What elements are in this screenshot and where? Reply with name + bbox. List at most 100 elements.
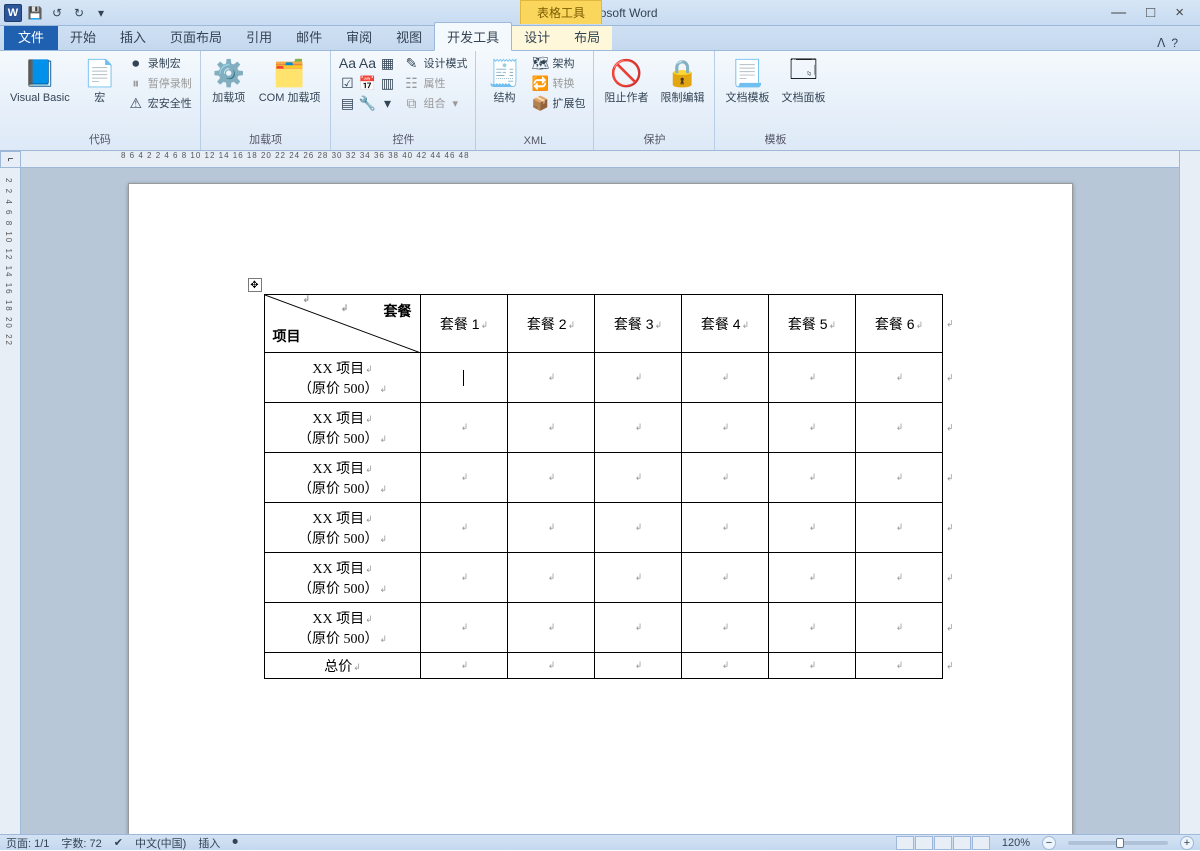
table-cell[interactable]: ↲ [768,653,855,679]
block-authors-button[interactable]: 🚫阻止作者 [600,54,652,106]
minimize-button[interactable]: — [1111,4,1126,21]
tab-selector[interactable]: ⌐ [0,151,21,168]
tab-references[interactable]: 引用 [234,23,284,50]
table-cell[interactable]: ↲ [507,453,594,503]
row-header[interactable]: XX 项目↲（原价 500）↲ [264,353,420,403]
transform-button[interactable]: 🔁转换 [530,74,587,92]
table-cell[interactable]: ↲ [420,653,507,679]
group-controls-button[interactable]: ⧉组合 ▾ [401,94,469,112]
row-header[interactable]: XX 项目↲（原价 500）↲ [264,453,420,503]
horizontal-ruler[interactable]: 8 6 4 2 2 4 6 8 10 12 14 16 18 20 22 24 … [21,151,1179,168]
table-cell[interactable]: ↲ [768,453,855,503]
table-cell[interactable]: ↲ [594,453,681,503]
table-cell[interactable]: ↲ [768,403,855,453]
row-header[interactable]: XX 项目↲（原价 500）↲ [264,553,420,603]
table-cell[interactable]: ↲ [594,353,681,403]
table-cell[interactable]: ↲↲ [855,453,942,503]
row-header[interactable]: XX 项目↲（原价 500）↲ [264,603,420,653]
record-macro-button[interactable]: ⏺录制宏 [126,54,194,72]
table-cell[interactable]: ↲ [681,353,768,403]
table-cell[interactable]: ↲ [507,603,594,653]
insert-mode[interactable]: 插入 [198,835,220,851]
row-header[interactable]: XX 项目↲（原价 500）↲ [264,503,420,553]
table-cell[interactable]: ↲ [768,353,855,403]
table-cell[interactable] [420,353,507,403]
table-cell[interactable]: ↲ [420,503,507,553]
tab-insert[interactable]: 插入 [108,23,158,50]
minimize-ribbon-icon[interactable]: ᐱ [1157,36,1165,50]
col-header-1[interactable]: 套餐 1↲ [420,295,507,353]
table-cell[interactable]: ↲ [507,503,594,553]
zoom-slider[interactable] [1068,841,1168,845]
save-icon[interactable]: 💾 [26,4,44,22]
document-table[interactable]: ✥ 套餐↲ 项目↲ 套餐 1↲ 套餐 2↲ 套餐 3↲ 套餐 4↲ 套餐 5↲ [264,294,943,679]
table-cell[interactable]: ↲ [768,553,855,603]
zoom-in-button[interactable]: + [1180,836,1194,850]
com-addins-button[interactable]: 🗂️COM 加载项 [255,54,325,106]
pause-recording-button[interactable]: ⏸暂停录制 [126,74,194,92]
table-cell[interactable]: ↲ [507,353,594,403]
spellcheck-icon[interactable]: ✔ [114,836,123,849]
maximize-button[interactable]: □ [1146,4,1155,21]
tab-view[interactable]: 视图 [384,23,434,50]
table-move-handle[interactable]: ✥ [248,278,262,292]
col-header-6[interactable]: 套餐 6↲↲ [855,295,942,353]
table-cell[interactable]: ↲ [420,603,507,653]
table-cell[interactable]: ↲ [768,503,855,553]
zoom-thumb[interactable] [1116,838,1124,848]
table-cell[interactable]: ↲↲ [855,553,942,603]
document-page[interactable]: ✥ 套餐↲ 项目↲ 套餐 1↲ 套餐 2↲ 套餐 3↲ 套餐 4↲ 套餐 5↲ [128,183,1073,834]
tab-file[interactable]: 文件 [4,23,58,50]
table-cell[interactable]: ↲ [594,603,681,653]
undo-icon[interactable]: ↺ [48,4,66,22]
table-cell[interactable]: ↲↲ [855,503,942,553]
page-indicator[interactable]: 页面: 1/1 [6,835,49,851]
table-cell[interactable]: ↲↲ [855,403,942,453]
help-icon[interactable]: ? [1171,36,1178,50]
close-button[interactable]: × [1175,4,1184,21]
qat-more-icon[interactable]: ▾ [92,4,110,22]
diagonal-header-cell[interactable]: 套餐↲ 项目↲ [264,295,420,353]
addins-button[interactable]: ⚙️加载项 [207,54,251,106]
content-control-row2[interactable]: ☑📅▥ [337,74,397,92]
language-indicator[interactable]: 中文(中国) [135,835,186,851]
redo-icon[interactable]: ↻ [70,4,88,22]
table-cell[interactable]: ↲ [681,503,768,553]
table-cell[interactable]: ↲↲ [855,603,942,653]
macro-status-icon[interactable]: ⏺ [232,836,238,849]
table-cell[interactable]: ↲ [681,553,768,603]
total-row-header[interactable]: 总价↲ [264,653,420,679]
word-app-icon[interactable]: W [4,4,22,22]
visual-basic-button[interactable]: 📘 Visual Basic [6,54,74,106]
col-header-5[interactable]: 套餐 5↲ [768,295,855,353]
table-cell[interactable]: ↲ [420,403,507,453]
col-header-3[interactable]: 套餐 3↲ [594,295,681,353]
table-cell[interactable]: ↲ [420,453,507,503]
macros-button[interactable]: 📄 宏 [78,54,122,106]
table-cell[interactable]: ↲ [594,403,681,453]
row-header[interactable]: XX 项目↲（原价 500）↲ [264,403,420,453]
content-control-row1[interactable]: AaAa▦ [337,54,397,72]
tab-review[interactable]: 审阅 [334,23,384,50]
table-cell[interactable]: ↲ [594,653,681,679]
table-cell[interactable]: ↲ [594,553,681,603]
table-cell[interactable]: ↲ [681,453,768,503]
doc-template-button[interactable]: 📃文档模板 [721,54,773,106]
view-buttons[interactable] [896,836,990,850]
properties-button[interactable]: ☷属性 [401,74,469,92]
table-cell[interactable]: ↲↲ [855,653,942,679]
table-cell[interactable]: ↲↲ [855,353,942,403]
tab-table-design[interactable]: 设计 [512,23,562,50]
table-cell[interactable]: ↲ [420,553,507,603]
tab-page-layout[interactable]: 页面布局 [158,23,234,50]
table-cell[interactable]: ↲ [507,403,594,453]
tab-table-layout[interactable]: 布局 [562,23,612,50]
table-cell[interactable]: ↲ [681,603,768,653]
word-count[interactable]: 字数: 72 [61,835,101,851]
structure-button[interactable]: 🧾结构 [482,54,526,106]
zoom-level[interactable]: 120% [1002,837,1030,849]
col-header-2[interactable]: 套餐 2↲ [507,295,594,353]
table-cell[interactable]: ↲ [507,553,594,603]
macro-security-button[interactable]: ⚠宏安全性 [126,94,194,112]
schema-button[interactable]: 🗺架构 [530,54,587,72]
